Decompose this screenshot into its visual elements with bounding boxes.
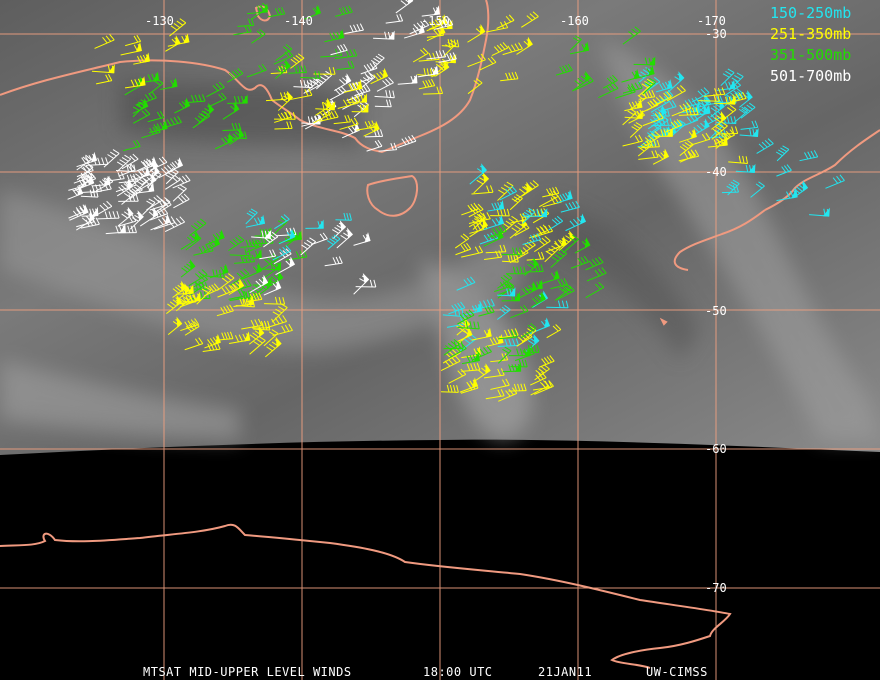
legend-351-500: 351-500mb	[770, 46, 851, 64]
lat-label: -40	[705, 165, 727, 179]
lon-label: -150	[421, 14, 450, 28]
legend-150-250: 150-250mb	[770, 4, 851, 22]
macquarie-island	[659, 317, 668, 326]
lon-label: -140	[284, 14, 313, 28]
lat-label: -70	[705, 581, 727, 595]
lat-label: -30	[705, 27, 727, 41]
valid-date: 21JAN11	[538, 665, 592, 679]
lat-label: -60	[705, 442, 727, 456]
valid-time: 18:00 UTC	[423, 665, 493, 679]
wind-map: -130 -140 -150 -160 -170 -30 -40 -50 -60…	[0, 0, 880, 680]
product-name: MTSAT MID-UPPER LEVEL WINDS	[143, 665, 352, 679]
legend-251-350: 251-350mb	[770, 25, 851, 43]
lon-label: -130	[145, 14, 174, 28]
lon-label: -160	[560, 14, 589, 28]
lon-label: -170	[697, 14, 726, 28]
lat-label: -50	[705, 304, 727, 318]
data-source: UW-CIMSS	[646, 665, 708, 679]
legend-501-700: 501-700mb	[770, 67, 851, 85]
